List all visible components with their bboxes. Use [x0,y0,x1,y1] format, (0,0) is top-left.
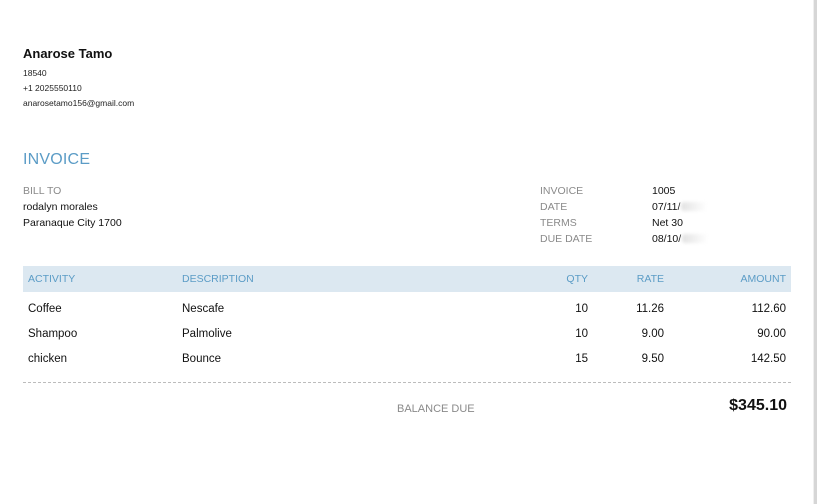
cell-qty: 10 [575,303,588,315]
header-activity: ACTIVITY [28,273,76,285]
company-address: 18540 [23,68,47,78]
company-info: Anarose Tamo 18540 +1 2025550110 anarose… [23,46,134,111]
meta-due-value-wrap: 08/10/ [652,231,709,247]
meta-invoice-label: INVOICE [540,185,584,197]
cell-rate: 11.26 [636,303,664,315]
total-divider [23,382,791,383]
cell-activity: Coffee [28,303,62,315]
balance-due-value: $345.10 [729,397,787,414]
meta-due-label: DUE DATE [540,233,593,245]
meta-terms-label: TERMS [540,217,577,229]
meta-terms-value: Net 30 [652,217,683,229]
cell-qty: 15 [575,353,588,365]
invoice-meta: INVOICE 1005 DATE 07/11/ TERMS Net 30 DU… [540,183,740,247]
cell-activity: Shampoo [28,328,78,340]
meta-invoice-value: 1005 [652,185,676,197]
table-row: Shampoo Palmolive 10 9.00 90.00 [23,322,791,347]
bill-to-block: BILL TO rodalyn morales Paranaque City 1… [23,183,122,231]
meta-due-row: DUE DATE 08/10/ [540,231,740,247]
cell-description: Nescafe [182,303,225,315]
redaction-blur [682,234,709,243]
cell-description: Palmolive [182,328,232,340]
bill-to-name: rodalyn morales [23,201,98,213]
cell-activity: chicken [28,353,67,365]
cell-qty: 10 [575,328,588,340]
table-row: chicken Bounce 15 9.50 142.50 [23,347,791,372]
company-name: Anarose Tamo [23,46,113,61]
cell-description: Bounce [182,353,222,365]
bill-to-label: BILL TO [23,185,62,197]
redaction-blur [681,202,708,211]
cell-amount: 142.50 [750,353,786,365]
header-rate: RATE [636,273,664,285]
company-phone: +1 2025550110 [23,83,82,93]
meta-date-value: 07/11/ [652,201,681,213]
meta-date-label: DATE [540,201,568,213]
cell-amount: 90.00 [757,328,786,340]
invoice-title: INVOICE [23,151,91,168]
header-amount: AMOUNT [740,273,787,285]
meta-invoice-row: INVOICE 1005 [540,183,740,199]
company-email: anarosetamo156@gmail.com [23,98,135,108]
header-description: DESCRIPTION [182,273,254,285]
header-qty: QTY [566,273,588,285]
cell-rate: 9.50 [641,353,664,365]
table-header: ACTIVITY DESCRIPTION QTY RATE AMOUNT [23,266,791,292]
bill-to-address: Paranaque City 1700 [23,217,122,229]
balance-due-label: BALANCE DUE [397,403,475,415]
meta-date-row: DATE 07/11/ [540,199,740,215]
meta-due-value: 08/10/ [652,233,682,245]
meta-date-value-wrap: 07/11/ [652,199,708,215]
meta-terms-row: TERMS Net 30 [540,215,740,231]
cell-amount: 112.60 [751,303,786,315]
table-row: Coffee Nescafe 10 11.26 112.60 [23,297,791,322]
cell-rate: 9.00 [641,328,664,340]
